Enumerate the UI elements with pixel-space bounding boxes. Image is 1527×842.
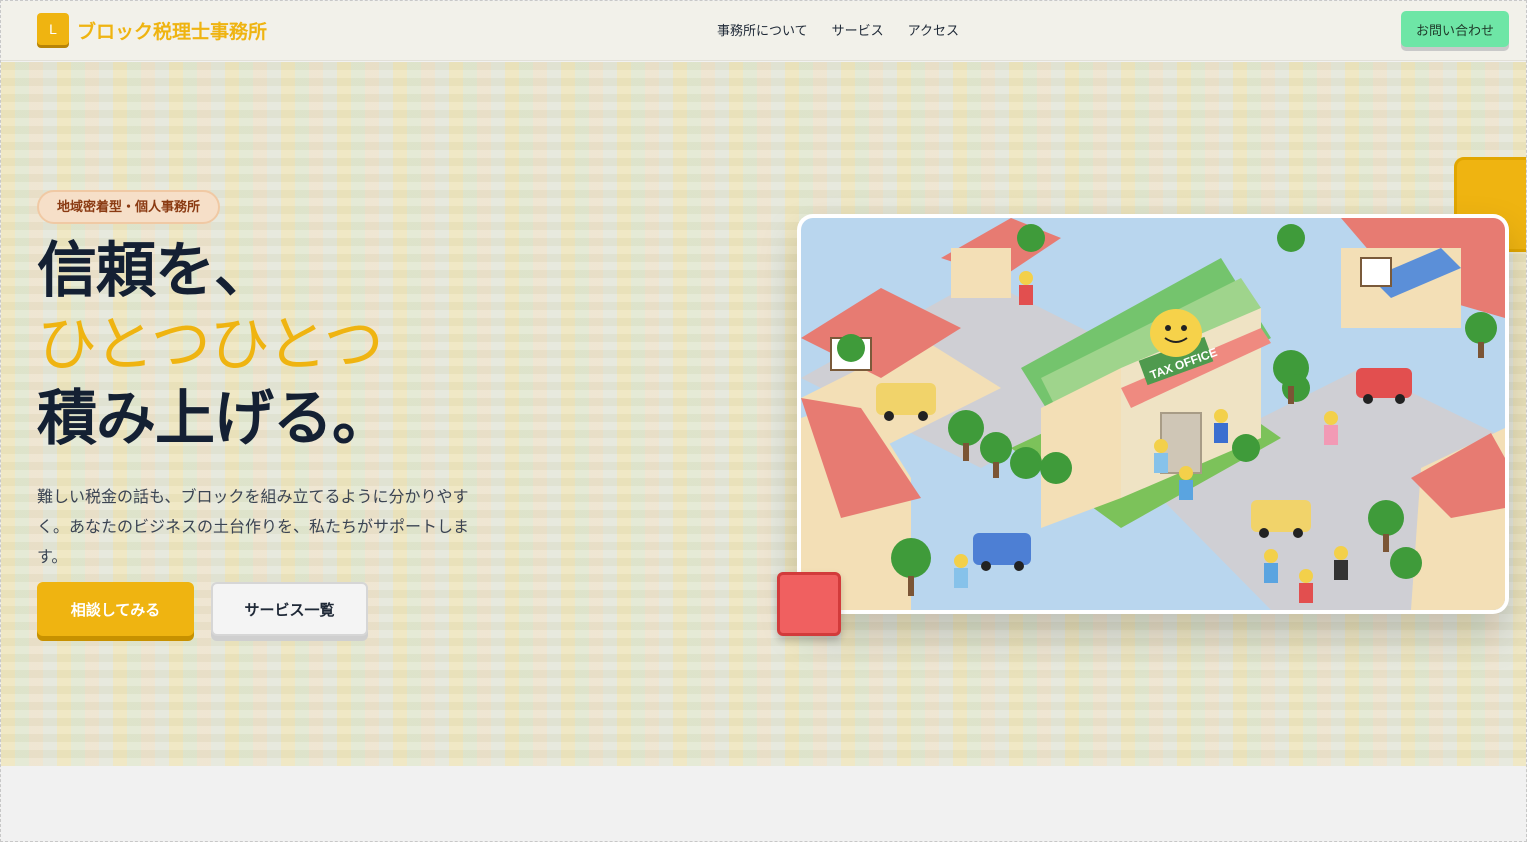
site-name[interactable]: ブロック税理士事務所 [77,17,267,44]
nav-item-services[interactable]: サービス [832,20,884,39]
hero-headline: 信頼を、 ひとつひとつ 積み上げる。 [37,234,392,456]
site-header: L ブロック税理士事務所 事務所について サービス アクセス お問い合わせ [1,1,1526,61]
nav-item-access[interactable]: アクセス [908,20,959,39]
headline-line-2: ひとつひとつ [37,310,384,380]
main-nav: 事務所について サービス アクセス [717,20,959,39]
nav-item-about[interactable]: 事務所について [717,20,808,39]
contact-button[interactable]: お問い合わせ [1401,11,1509,47]
lego-town-illustration: TAX OFFICE [801,218,1505,610]
consult-button[interactable]: 相談してみる [37,582,194,636]
services-list-button[interactable]: サービス一覧 [211,582,368,636]
hero-image-card: TAX OFFICE [797,214,1509,614]
hero-lead-text: 難しい税金の話も、ブロックを組み立てるように分かりやすく。あなたのビジネスの土台… [37,487,470,566]
decorative-red-block [777,572,841,636]
logo-icon[interactable]: L [37,13,69,45]
headline-line-1: 信頼を、 [37,236,274,306]
hero-section: 地域密着型・個人事務所 信頼を、 ひとつひとつ 積み上げる。 難しい税金の話も、… [1,62,1526,766]
hero-badge: 地域密着型・個人事務所 [37,190,221,224]
headline-line-3: 積み上げる。 [37,384,392,454]
